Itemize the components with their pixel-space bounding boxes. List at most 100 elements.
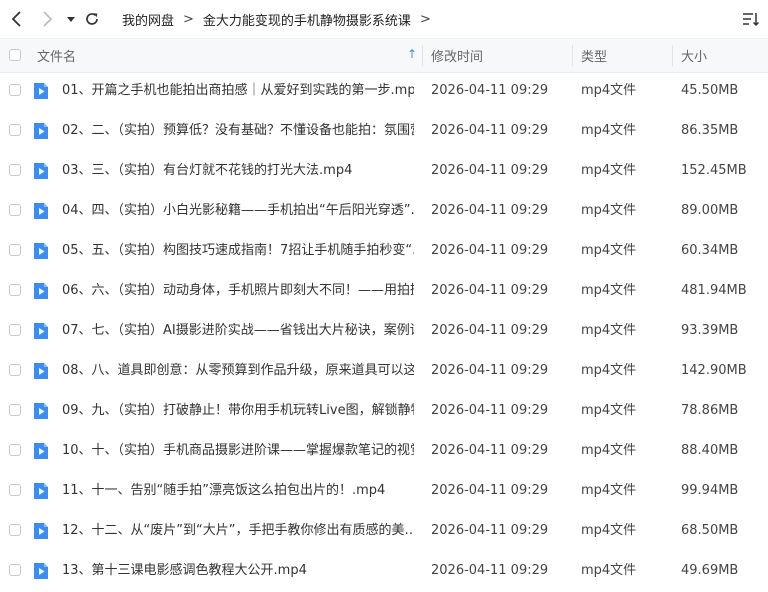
back-button[interactable]	[6, 8, 28, 30]
file-modified-date: 2026-04-11 09:29	[431, 323, 549, 338]
refresh-icon	[86, 13, 98, 25]
file-type: mp4文件	[581, 323, 637, 338]
file-name[interactable]: 07、七、（实拍）AI摄影进阶实战——省钱出大片秘诀，案例详…	[62, 311, 414, 351]
file-type: mp4文件	[581, 403, 637, 418]
file-type: mp4文件	[581, 243, 637, 258]
file-size: 45.50MB	[681, 83, 739, 98]
row-checkbox[interactable]	[9, 524, 21, 536]
file-name[interactable]: 01、开篇之手机也能拍出商拍感｜从爱好到实践的第一步.mp4	[62, 71, 414, 111]
file-size: 86.35MB	[681, 123, 739, 138]
sort-list-icon	[743, 13, 760, 27]
file-name[interactable]: 13、第十三课电影感调色教程大公开.mp4	[62, 551, 414, 591]
file-modified-date: 2026-04-11 09:29	[431, 123, 549, 138]
file-row[interactable]: 03、三、（实拍）有台灯就不花钱的打光大法.mp4 2026-04-11 09:2…	[0, 151, 768, 191]
file-name[interactable]: 02、二、（实拍）预算低？没有基础？不懂设备也能拍：氛围营…	[62, 111, 414, 151]
column-header-type[interactable]: 类型	[581, 39, 607, 72]
file-name[interactable]: 09、九、（实拍）打破静止！带你用手机玩转Live图，解锁静物…	[62, 391, 414, 431]
file-type: mp4文件	[581, 83, 637, 98]
column-header-modified[interactable]: 修改时间	[431, 39, 483, 72]
file-size: 89.00MB	[681, 203, 739, 218]
video-file-icon	[34, 363, 48, 379]
file-row[interactable]: 02、二、（实拍）预算低？没有基础？不懂设备也能拍：氛围营… 2026-04-11…	[0, 111, 768, 151]
breadcrumb-item-current[interactable]: 金大力能变现的手机静物摄影系统课	[203, 10, 411, 29]
file-name[interactable]: 08、八、道具即创意：从零预算到作品升级，原来道具可以这么…	[62, 351, 414, 391]
file-type: mp4文件	[581, 443, 637, 458]
file-size: 93.39MB	[681, 323, 739, 338]
file-row[interactable]: 05、五、（实拍）构图技巧速成指南！7招让手机随手拍秒变“… 2026-04-11…	[0, 231, 768, 271]
column-header-name-label: 文件名	[37, 50, 77, 65]
breadcrumb-separator: >	[183, 11, 194, 27]
file-size: 68.50MB	[681, 523, 739, 538]
file-name[interactable]: 10、十、（实拍）手机商品摄影进阶课——掌握爆款笔记的视觉…	[62, 431, 414, 471]
chevron-left-icon	[11, 11, 21, 27]
row-checkbox[interactable]	[9, 84, 21, 96]
column-divider[interactable]	[422, 45, 423, 66]
column-header-size-label: 大小	[681, 50, 708, 65]
breadcrumb-item-root[interactable]: 我的网盘	[122, 10, 174, 29]
video-file-icon	[34, 563, 48, 579]
history-dropdown-button[interactable]	[60, 8, 82, 30]
file-row[interactable]: 11、十一、告别“随手拍”漂亮饭这么拍包出片的！.mp4 2026-04-11 0…	[0, 471, 768, 511]
row-checkbox[interactable]	[9, 124, 21, 136]
file-modified-date: 2026-04-11 09:29	[431, 563, 549, 578]
file-list-header: 文件名 ↑ 修改时间 类型 大小	[0, 38, 768, 73]
toolbar: 我的网盘 > 金大力能变现的手机静物摄影系统课 >	[0, 0, 768, 38]
file-type: mp4文件	[581, 363, 637, 378]
row-checkbox[interactable]	[9, 484, 21, 496]
sort-button[interactable]	[742, 10, 760, 28]
row-checkbox[interactable]	[9, 324, 21, 336]
row-checkbox[interactable]	[9, 244, 21, 256]
video-file-icon	[34, 203, 48, 219]
file-type: mp4文件	[581, 563, 637, 578]
file-row[interactable]: 01、开篇之手机也能拍出商拍感｜从爱好到实践的第一步.mp4 2026-04-11…	[0, 71, 768, 111]
row-checkbox[interactable]	[9, 364, 21, 376]
file-name[interactable]: 05、五、（实拍）构图技巧速成指南！7招让手机随手拍秒变“…	[62, 231, 414, 271]
file-size: 60.34MB	[681, 243, 739, 258]
chevron-right-icon	[43, 11, 53, 27]
file-modified-date: 2026-04-11 09:29	[431, 163, 549, 178]
row-checkbox[interactable]	[9, 204, 21, 216]
column-divider[interactable]	[672, 45, 673, 66]
sort-ascending-icon: ↑	[407, 47, 418, 61]
column-header-size[interactable]: 大小	[681, 39, 707, 72]
file-name[interactable]: 06、六、（实拍）动动身体，手机照片即刻大不同！——用拍摄…	[62, 271, 414, 311]
file-row[interactable]: 12、十二、从“废片”到“大片”，手把手教你修出有质感的美… 2026-04-11…	[0, 511, 768, 551]
file-size: 49.69MB	[681, 563, 739, 578]
forward-button[interactable]	[36, 8, 58, 30]
file-name[interactable]: 11、十一、告别“随手拍”漂亮饭这么拍包出片的！.mp4	[62, 471, 414, 511]
column-divider[interactable]	[572, 45, 573, 66]
file-row[interactable]: 06、六、（实拍）动动身体，手机照片即刻大不同！——用拍摄… 2026-04-11…	[0, 271, 768, 311]
file-size: 88.40MB	[681, 443, 739, 458]
refresh-button[interactable]	[81, 8, 103, 30]
column-header-modified-label: 修改时间	[431, 50, 484, 65]
select-all-checkbox[interactable]	[9, 49, 21, 61]
video-file-icon	[34, 323, 48, 339]
file-size: 142.90MB	[681, 363, 747, 378]
file-row[interactable]: 10、十、（实拍）手机商品摄影进阶课——掌握爆款笔记的视觉… 2026-04-11…	[0, 431, 768, 471]
file-name[interactable]: 04、四、（实拍）小白光影秘籍——手机拍出“午后阳光穿透”…	[62, 191, 414, 231]
file-name[interactable]: 12、十二、从“废片”到“大片”，手把手教你修出有质感的美…	[62, 511, 414, 551]
file-modified-date: 2026-04-11 09:29	[431, 483, 549, 498]
file-name[interactable]: 03、三、（实拍）有台灯就不花钱的打光大法.mp4	[62, 151, 414, 191]
row-checkbox[interactable]	[9, 404, 21, 416]
file-modified-date: 2026-04-11 09:29	[431, 203, 549, 218]
column-header-name[interactable]: 文件名	[37, 39, 417, 72]
file-type: mp4文件	[581, 123, 637, 138]
file-size: 481.94MB	[681, 283, 747, 298]
file-row[interactable]: 04、四、（实拍）小白光影秘籍——手机拍出“午后阳光穿透”… 2026-04-11…	[0, 191, 768, 231]
file-type: mp4文件	[581, 483, 637, 498]
row-checkbox[interactable]	[9, 284, 21, 296]
file-row[interactable]: 09、九、（实拍）打破静止！带你用手机玩转Live图，解锁静物… 2026-04-…	[0, 391, 768, 431]
caret-down-icon	[67, 17, 75, 22]
file-modified-date: 2026-04-11 09:29	[431, 443, 549, 458]
row-checkbox[interactable]	[9, 444, 21, 456]
file-modified-date: 2026-04-11 09:29	[431, 83, 549, 98]
file-row[interactable]: 13、第十三课电影感调色教程大公开.mp4 2026-04-11 09:29 mp4…	[0, 551, 768, 591]
file-row[interactable]: 08、八、道具即创意：从零预算到作品升级，原来道具可以这么… 2026-04-11…	[0, 351, 768, 391]
file-row[interactable]: 07、七、（实拍）AI摄影进阶实战——省钱出大片秘诀，案例详… 2026-04-1…	[0, 311, 768, 351]
video-file-icon	[34, 163, 48, 179]
row-checkbox[interactable]	[9, 164, 21, 176]
row-checkbox[interactable]	[9, 564, 21, 576]
file-modified-date: 2026-04-11 09:29	[431, 403, 549, 418]
file-modified-date: 2026-04-11 09:29	[431, 283, 549, 298]
